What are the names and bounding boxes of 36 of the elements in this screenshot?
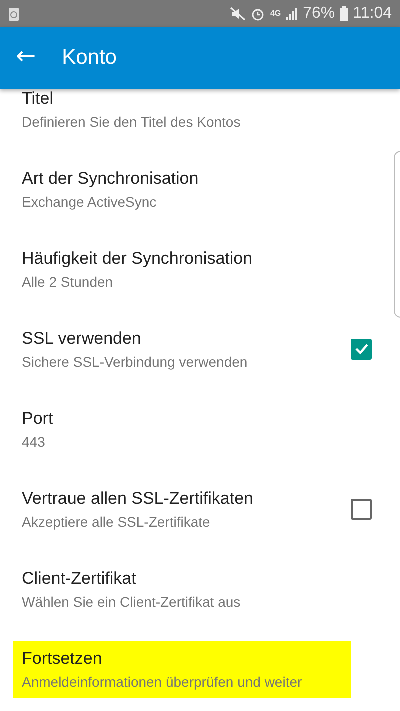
setting-title: Port [22, 408, 54, 428]
setting-item[interactable]: Titel Definieren Sie den Titel des Kontos [13, 89, 372, 138]
setting-item[interactable]: Client-Zertifikat Wählen Sie ein Client-Zertifikat aus [13, 560, 372, 618]
setting-summary: Anmeldeinformationen überprüfen und weiter [22, 674, 304, 690]
back-button[interactable]: ← [0, 44, 50, 72]
setting-item[interactable]: Vertraue allen SSL-Zertifikaten Akzeptiere alle SSL-Zertifikate [13, 480, 351, 538]
setting-title: Titel [22, 89, 54, 108]
checkbox[interactable] [351, 498, 372, 520]
setting-summary: 443 [22, 434, 46, 450]
setting-title: Fortsetzen [22, 648, 104, 668]
signal-icon [286, 7, 298, 20]
setting-title: Client-Zertifikat [22, 568, 138, 588]
battery-percent: 76% [303, 4, 336, 22]
setting-summary: Definieren Sie den Titel des Kontos [22, 114, 242, 130]
setting-item[interactable]: Häufigkeit der Synchronisation Alle 2 Stunden [13, 240, 372, 298]
setting-summary: Wählen Sie ein Client-Zertifikat aus [22, 594, 242, 610]
battery-icon [340, 6, 348, 21]
setting-summary: Akzeptiere alle SSL-Zertifikate [22, 514, 212, 530]
setting-title: Häufigkeit der Synchronisation [22, 248, 254, 268]
setting-summary: Alle 2 Stunden [22, 274, 114, 290]
network-label: 4G [270, 9, 282, 18]
setting-title: SSL verwenden [22, 328, 142, 348]
setting-summary: Exchange ActiveSync [22, 194, 158, 210]
setting-item[interactable]: Port 443 [13, 400, 372, 458]
clock: 11:04 [353, 4, 392, 22]
highlighted-setting[interactable]: Fortsetzen Anmeldeinformationen überprüfen und weiter [13, 640, 351, 698]
checkbox[interactable] [351, 338, 372, 360]
setting-summary: Sichere SSL-Verbindung verwenden [22, 354, 249, 370]
check-icon [354, 343, 368, 355]
alarm-icon [251, 6, 266, 20]
setting-item[interactable]: SSL verwenden Sichere SSL-Verbindung verwenden [13, 320, 351, 378]
setting-item[interactable]: Art der Synchronisation Exchange ActiveSync [13, 160, 372, 218]
setting-title: Vertraue allen SSL-Zertifikaten [22, 488, 255, 508]
setting-title: Art der Synchronisation [22, 168, 200, 188]
screen-title: Konto [62, 46, 117, 70]
mute-icon [230, 6, 246, 20]
